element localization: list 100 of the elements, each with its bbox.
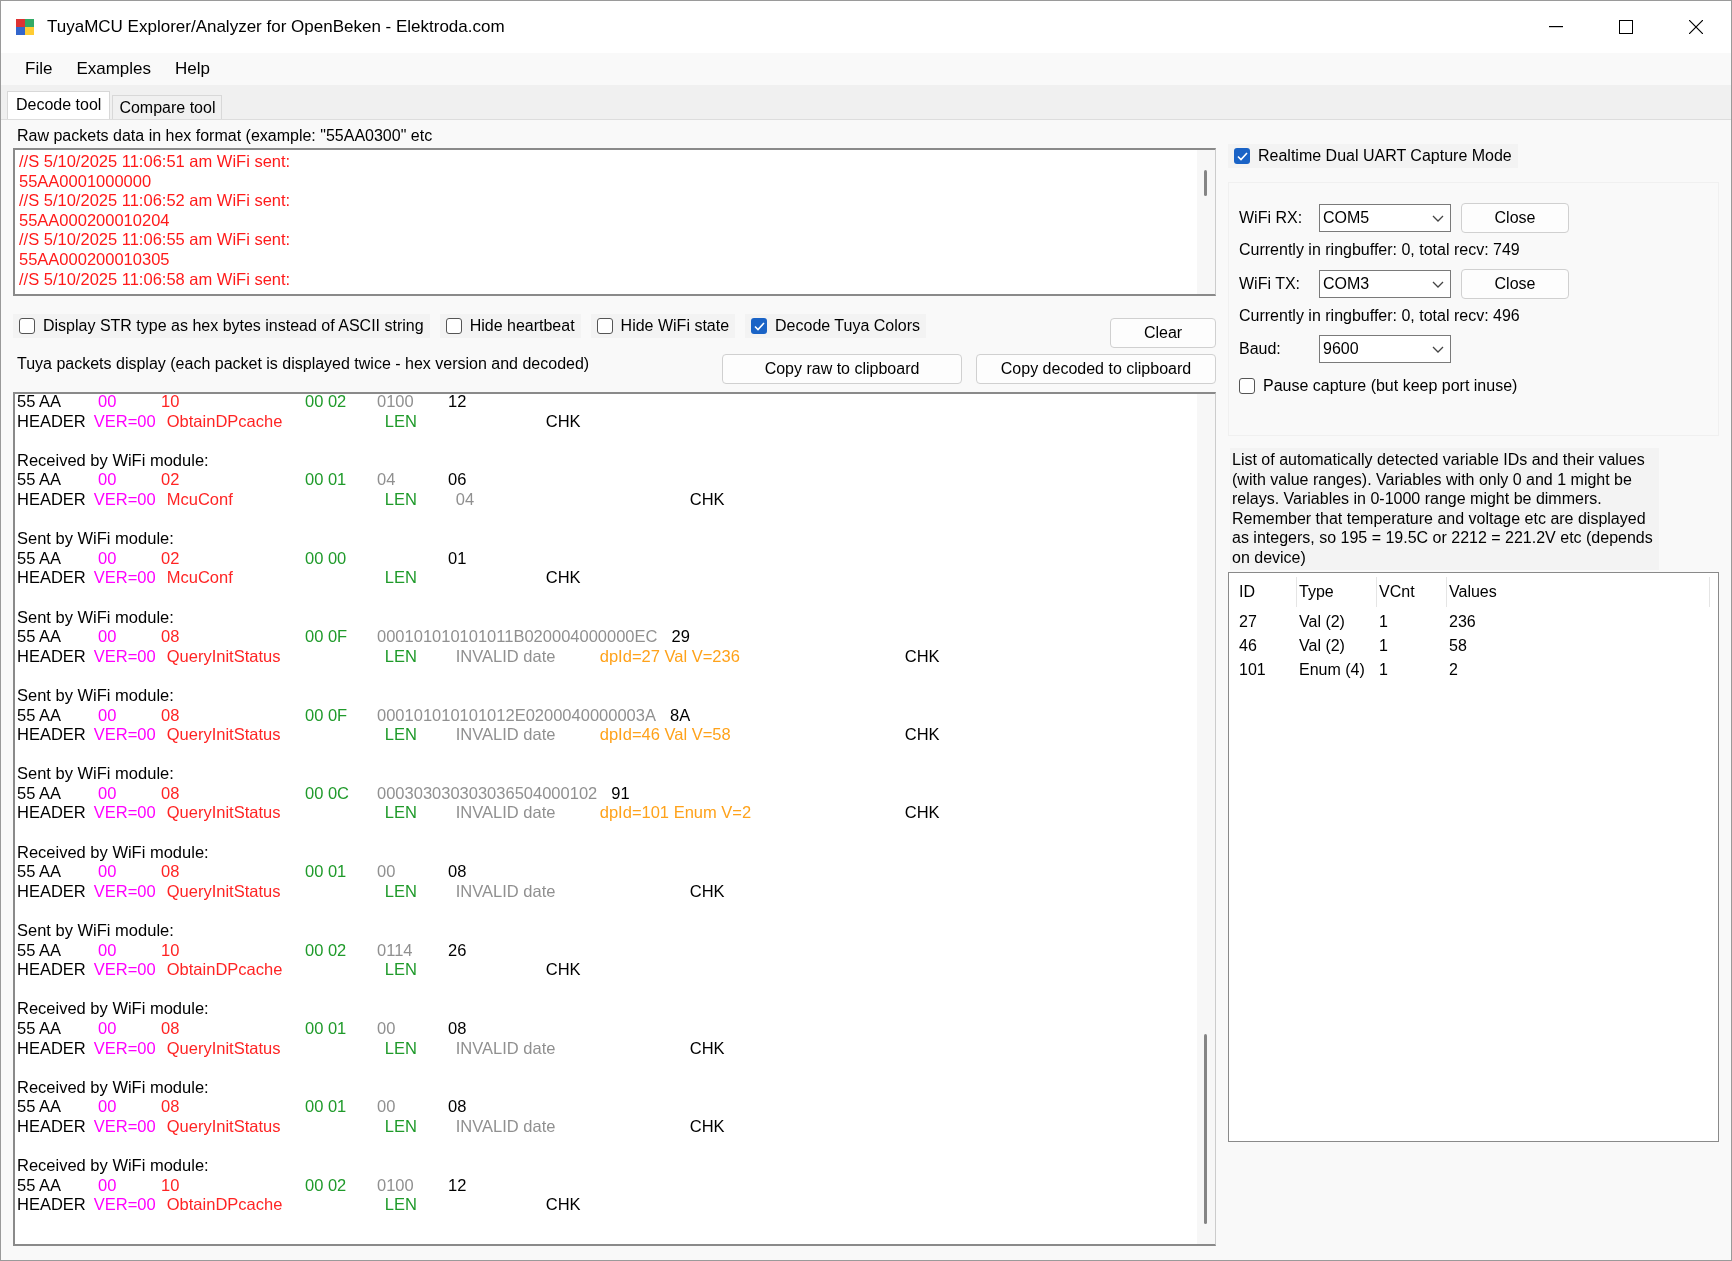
decoded-field: QueryInitStatus: [166, 646, 385, 667]
hex-field: 00: [98, 783, 161, 804]
column-header[interactable]: Type: [1297, 576, 1377, 607]
packet-direction: Sent by WiFi module:: [17, 764, 174, 784]
decoded-field: LEN: [384, 725, 456, 745]
decoded-field: LEN: [384, 803, 456, 824]
hex-field: 10: [161, 394, 305, 412]
hex-field: 00: [98, 548, 161, 569]
close-port-button[interactable]: Close: [1461, 203, 1569, 233]
hex-field: 26: [448, 940, 467, 961]
decoded-field: VER=00: [93, 568, 167, 588]
hex-field: 08: [161, 1019, 305, 1039]
decoded-field: LEN: [384, 881, 456, 902]
decoded-field: CHK: [904, 646, 940, 667]
hex-field: 55 AA: [17, 627, 98, 647]
decoded-field: INVALID date: [455, 1116, 600, 1137]
hex-field: 00: [98, 1097, 161, 1117]
hex-field: 00: [98, 862, 161, 882]
table-cell-text: 236: [1448, 612, 1477, 631]
column-header[interactable]: VCnt: [1377, 576, 1447, 607]
decoded-field: LEN: [384, 411, 456, 432]
checkbox[interactable]: [596, 318, 613, 334]
scrollbar[interactable]: [1197, 150, 1215, 294]
port-label: WiFi RX:: [1239, 209, 1304, 227]
hex-field: 00: [98, 394, 161, 412]
hex-field: 55 AA: [17, 862, 98, 882]
menu-item[interactable]: File: [13, 55, 65, 83]
decoded-field: LEN: [384, 1195, 456, 1215]
port-dropdown[interactable]: COM5: [1319, 204, 1451, 232]
checkbox[interactable]: [751, 318, 768, 334]
copy-raw-button[interactable]: Copy raw to clipboard: [722, 354, 962, 384]
checkbox[interactable]: [1239, 378, 1255, 394]
decoded-field: HEADER: [17, 1195, 94, 1215]
variables-description: List of automatically detected variable IDs and their values (with value ranges). Variables with only 0 and 1 might be relays. Variables in 0-1000 range might be dimmers. Remember that temperature and voltage etc are displayed as integers, so 195 = 19.5C or 2212 = 221.2V etc (depends on device): [1230, 448, 1659, 570]
raw-input-field[interactable]: //S 5/10/2025 11:06:51 am WiFi sent: 55AA0001000000 //S 5/10/2025 11:06:52 am WiFi sent: 55AA000200010204 //S 5/10/2025 11:06:55 am WiFi sent: 55AA000200010305 //S 5/10/2025 11:06:58 am WiFi sent:: [13, 148, 1216, 296]
hex-field: 08: [448, 1097, 467, 1117]
decoded-field: ObtainDPcache: [166, 960, 385, 980]
decoded-field: LEN: [384, 489, 456, 510]
hex-field: 55 AA: [17, 470, 98, 490]
tab[interactable]: Decode tool: [7, 91, 111, 119]
raw-line: //S 5/10/2025 11:06:58 am WiFi sent:: [19, 269, 292, 290]
decoded-field: HEADER: [17, 725, 94, 745]
baud-dropdown[interactable]: 9600: [1319, 335, 1451, 363]
hex-field: 00 01: [305, 1097, 377, 1117]
copy-decoded-button[interactable]: Copy decoded to clipboard: [976, 354, 1216, 384]
decoded-field: VER=00: [93, 803, 167, 824]
decoded-field: McuConf: [166, 568, 385, 588]
packet-direction: Sent by WiFi module:: [17, 529, 174, 549]
scrollbar[interactable]: [1197, 394, 1215, 1244]
decoded-field: HEADER: [17, 803, 94, 824]
hex-field: 00 01: [305, 1019, 377, 1039]
raw-line: 55AA000200010305: [19, 249, 171, 270]
tab[interactable]: Compare tool: [112, 95, 223, 119]
checkbox-label: Hide heartbeat: [469, 317, 575, 335]
chevron-icon: [1432, 345, 1444, 353]
hex-field: 00 02: [305, 1175, 377, 1196]
decoded-field: CHK: [545, 960, 581, 980]
decoded-field: dpId=101 Enum V=2: [599, 803, 815, 824]
decoded-field: dpId=27 Val V=236: [599, 646, 815, 667]
packet-direction: Received by WiFi module:: [17, 1077, 209, 1098]
minimize-icon: [1549, 26, 1563, 28]
decoded-field: INVALID date: [455, 646, 600, 667]
raw-line: 55AA0001000000: [19, 171, 153, 192]
hex-field: 55 AA: [17, 1019, 98, 1039]
decoded-field: QueryInitStatus: [166, 1116, 385, 1137]
hex-field: 00 01: [305, 470, 377, 490]
checkbox[interactable]: [19, 318, 35, 334]
table-cell-text: Enum (4): [1298, 660, 1366, 679]
column-header[interactable]: ID: [1237, 576, 1297, 607]
hex-field: 0100: [377, 1175, 448, 1196]
port-dropdown[interactable]: COM3: [1319, 270, 1451, 298]
checkbox[interactable]: [1234, 148, 1250, 164]
raw-line: //S 5/10/2025 11:06:52 am WiFi sent:: [19, 191, 292, 211]
decoded-field: VER=00: [93, 1116, 167, 1137]
packet-direction: Received by WiFi module:: [17, 999, 209, 1019]
hex-field: 08: [161, 627, 305, 647]
hex-field: 04: [377, 470, 448, 490]
decoded-field: LEN: [384, 568, 456, 588]
hex-field: 02: [161, 470, 305, 490]
decoded-field: CHK: [689, 1116, 725, 1137]
menu-item[interactable]: Help: [163, 55, 222, 83]
decoded-field: CHK: [689, 489, 725, 510]
window-title: TuyaMCU Explorer/Analyzer for OpenBeken - Elektroda.com: [47, 17, 506, 37]
maximize-icon: [1619, 20, 1633, 34]
clear-button[interactable]: Clear: [1110, 318, 1216, 348]
decoded-field: QueryInitStatus: [166, 881, 385, 902]
column-header[interactable]: Values: [1447, 576, 1710, 607]
decoded-field: INVALID date: [455, 725, 600, 745]
table-cell-text: 1: [1378, 636, 1389, 655]
hex-field: 00: [98, 470, 161, 490]
hex-field: 10: [161, 1175, 305, 1196]
close-port-button[interactable]: Close: [1461, 269, 1569, 299]
app-icon: [15, 17, 35, 37]
menu-item[interactable]: Examples: [64, 55, 164, 83]
table-cell-text: 101: [1238, 660, 1267, 679]
checkbox[interactable]: [445, 318, 462, 334]
decoded-field: CHK: [545, 411, 581, 432]
decoded-field: dpId=46 Val V=58: [599, 725, 815, 745]
packet-direction: Received by WiFi module:: [17, 450, 209, 471]
decoded-field: HEADER: [17, 646, 94, 667]
